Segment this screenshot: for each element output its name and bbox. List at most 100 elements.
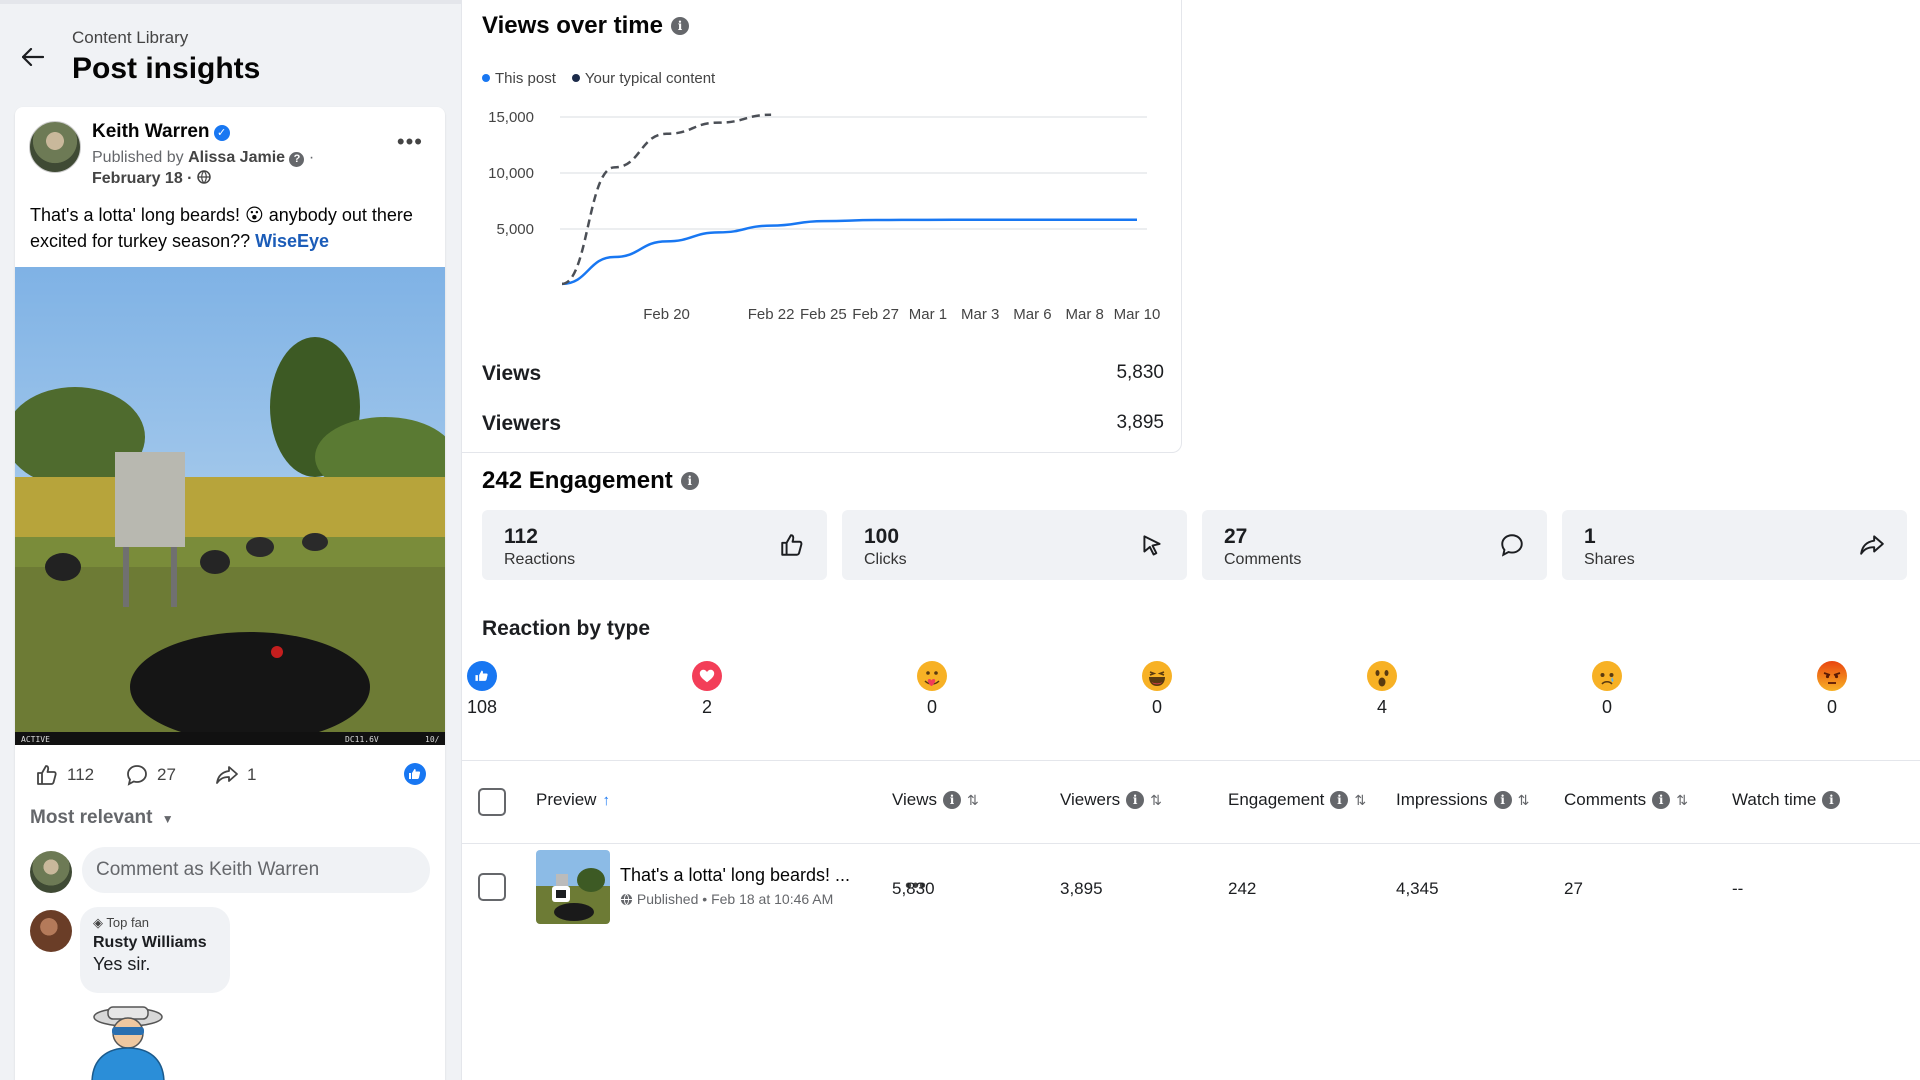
post-image[interactable]: ACTIVE DC11.6V 10/ <box>15 267 445 745</box>
views-value: 5,830 <box>1116 362 1164 383</box>
views-card: Views over time i This post Your typical … <box>462 0 1182 453</box>
reaction-sad: 0 <box>1577 661 1637 718</box>
reactions-card[interactable]: 112 Reactions <box>482 510 827 580</box>
post-date-row: February 18 · <box>92 170 211 188</box>
commenter-avatar[interactable] <box>30 910 72 952</box>
column-label: Views <box>892 790 938 809</box>
sort-icon: ⇅ <box>1354 791 1367 808</box>
breadcrumb[interactable]: Content Library <box>72 28 260 48</box>
help-icon[interactable]: ? <box>289 152 305 167</box>
post-date[interactable]: February 18 <box>92 170 183 187</box>
views-title-row: Views over time i <box>482 12 689 40</box>
column-comments[interactable]: Comments i ⇅ <box>1564 790 1688 810</box>
views-label: Views <box>482 362 542 385</box>
engagement-title: 242 Engagement <box>482 467 673 494</box>
row-date: Feb 18 at 10:46 AM <box>711 891 834 907</box>
back-button[interactable] <box>16 40 50 74</box>
diamond-icon: ◈ <box>93 915 103 930</box>
info-icon[interactable]: i <box>1822 791 1841 809</box>
x-tick-label: Feb 25 <box>800 306 847 323</box>
select-all-checkbox[interactable] <box>478 788 506 816</box>
reaction-badge[interactable] <box>404 763 426 785</box>
table-header: Preview ↑ Views i ⇅ Viewers i ⇅ Engagement i ⇅… <box>462 760 1920 844</box>
top-divider <box>0 0 461 4</box>
thumbnail-image <box>536 850 610 924</box>
cell-engagement: 242 <box>1228 879 1257 898</box>
sort-icon: ⇅ <box>967 791 979 808</box>
post-action-bar: 112 27 1 <box>15 757 445 797</box>
sad-reaction-icon <box>1592 661 1622 691</box>
info-icon[interactable]: i <box>1126 791 1145 809</box>
camera-overlay-right2: 10/ <box>425 735 440 744</box>
info-icon[interactable]: i <box>680 472 699 490</box>
post-more-button[interactable]: ••• <box>397 129 423 155</box>
hashtag-link[interactable]: WiseEye <box>255 231 329 251</box>
wow-reaction-icon <box>1367 661 1397 691</box>
author-name[interactable]: Keith Warren <box>92 121 210 142</box>
info-icon[interactable]: i <box>1493 791 1512 809</box>
reactions-value: 112 <box>504 525 538 548</box>
column-impressions[interactable]: Impressions i ⇅ <box>1396 790 1529 810</box>
column-watch-time[interactable]: Watch time i <box>1732 790 1841 810</box>
comments-label: Comments <box>1224 551 1302 568</box>
comment-action[interactable]: 27 <box>125 763 176 787</box>
views-metric: Views 5,830 <box>482 362 1164 386</box>
legend-label: Your typical content <box>584 70 716 87</box>
column-label: Impressions <box>1396 790 1488 809</box>
comment-icon <box>127 765 147 786</box>
reaction-like: 108 <box>452 661 512 718</box>
commenter-name[interactable]: Rusty Williams <box>93 934 217 952</box>
camera-overlay-right: DC11.6V <box>345 735 379 744</box>
reactions-label: Reactions <box>504 551 576 568</box>
sort-icon: ⇅ <box>1517 791 1530 808</box>
reaction-care: 0 <box>902 661 962 718</box>
haha-reaction-icon <box>1142 661 1172 691</box>
reaction-count: 0 <box>1151 697 1162 717</box>
reaction-wow: 4 <box>1352 661 1412 718</box>
info-icon[interactable]: i <box>1330 791 1349 809</box>
like-count: 112 <box>67 765 95 784</box>
like-action[interactable]: 112 <box>35 763 94 787</box>
column-viewers[interactable]: Viewers i ⇅ <box>1060 790 1162 810</box>
comments-card[interactable]: 27 Comments <box>1202 510 1547 580</box>
comment-input[interactable]: Comment as Keith Warren <box>82 847 430 893</box>
row-checkbox[interactable] <box>478 873 506 901</box>
shares-card[interactable]: 1 Shares <box>1562 510 1907 580</box>
reaction-count: 108 <box>466 697 498 717</box>
column-views[interactable]: Views i ⇅ <box>892 790 979 810</box>
post-caption: That's a lotta' long beards! 😮 anybody o… <box>30 205 413 251</box>
comment-text: Yes sir. <box>93 954 151 974</box>
post-thumbnail[interactable] <box>536 850 610 924</box>
column-engagement[interactable]: Engagement i ⇅ <box>1228 790 1366 810</box>
page-title: Post insights <box>72 52 261 85</box>
my-avatar[interactable] <box>30 851 72 893</box>
sort-icon: ⇅ <box>1150 791 1162 808</box>
reaction-count: 4 <box>1376 697 1387 717</box>
globe-icon <box>197 170 211 184</box>
reaction-count: 0 <box>1826 697 1837 717</box>
column-label: Engagement <box>1228 790 1325 809</box>
reaction-count: 0 <box>926 697 937 717</box>
reaction-count: 2 <box>701 697 712 717</box>
cell-views: 5,830 <box>892 879 935 898</box>
reaction-haha: 0 <box>1127 661 1187 718</box>
row-post-title[interactable]: That's a lotta' long beards! ... <box>620 865 850 886</box>
table-row[interactable]: That's a lotta' long beards! ... Publish… <box>462 845 1920 933</box>
caret-down-icon: ▼ <box>161 812 174 826</box>
row-post-meta: Published • Feb 18 at 10:46 AM <box>620 891 833 907</box>
row-status: Published <box>636 891 699 907</box>
share-action[interactable]: 1 <box>215 763 256 787</box>
publisher-name[interactable]: Alissa Jamie <box>188 149 285 166</box>
info-icon[interactable]: i <box>943 791 962 809</box>
info-icon[interactable]: i <box>670 17 689 35</box>
info-icon[interactable]: i <box>1652 791 1671 809</box>
y-tick-label: 5,000 <box>496 221 534 238</box>
series-line-your-typical-content <box>561 113 772 286</box>
comment-sort-dropdown[interactable]: Most relevant ▼ <box>30 807 174 829</box>
clicks-card[interactable]: 100 Clicks <box>842 510 1187 580</box>
column-preview[interactable]: Preview ↑ <box>536 790 610 810</box>
reaction-count: 0 <box>1601 697 1612 717</box>
y-tick-label: 10,000 <box>488 165 534 182</box>
author-avatar[interactable] <box>29 121 81 173</box>
engagement-title-row: 242 Engagement i <box>482 467 699 495</box>
